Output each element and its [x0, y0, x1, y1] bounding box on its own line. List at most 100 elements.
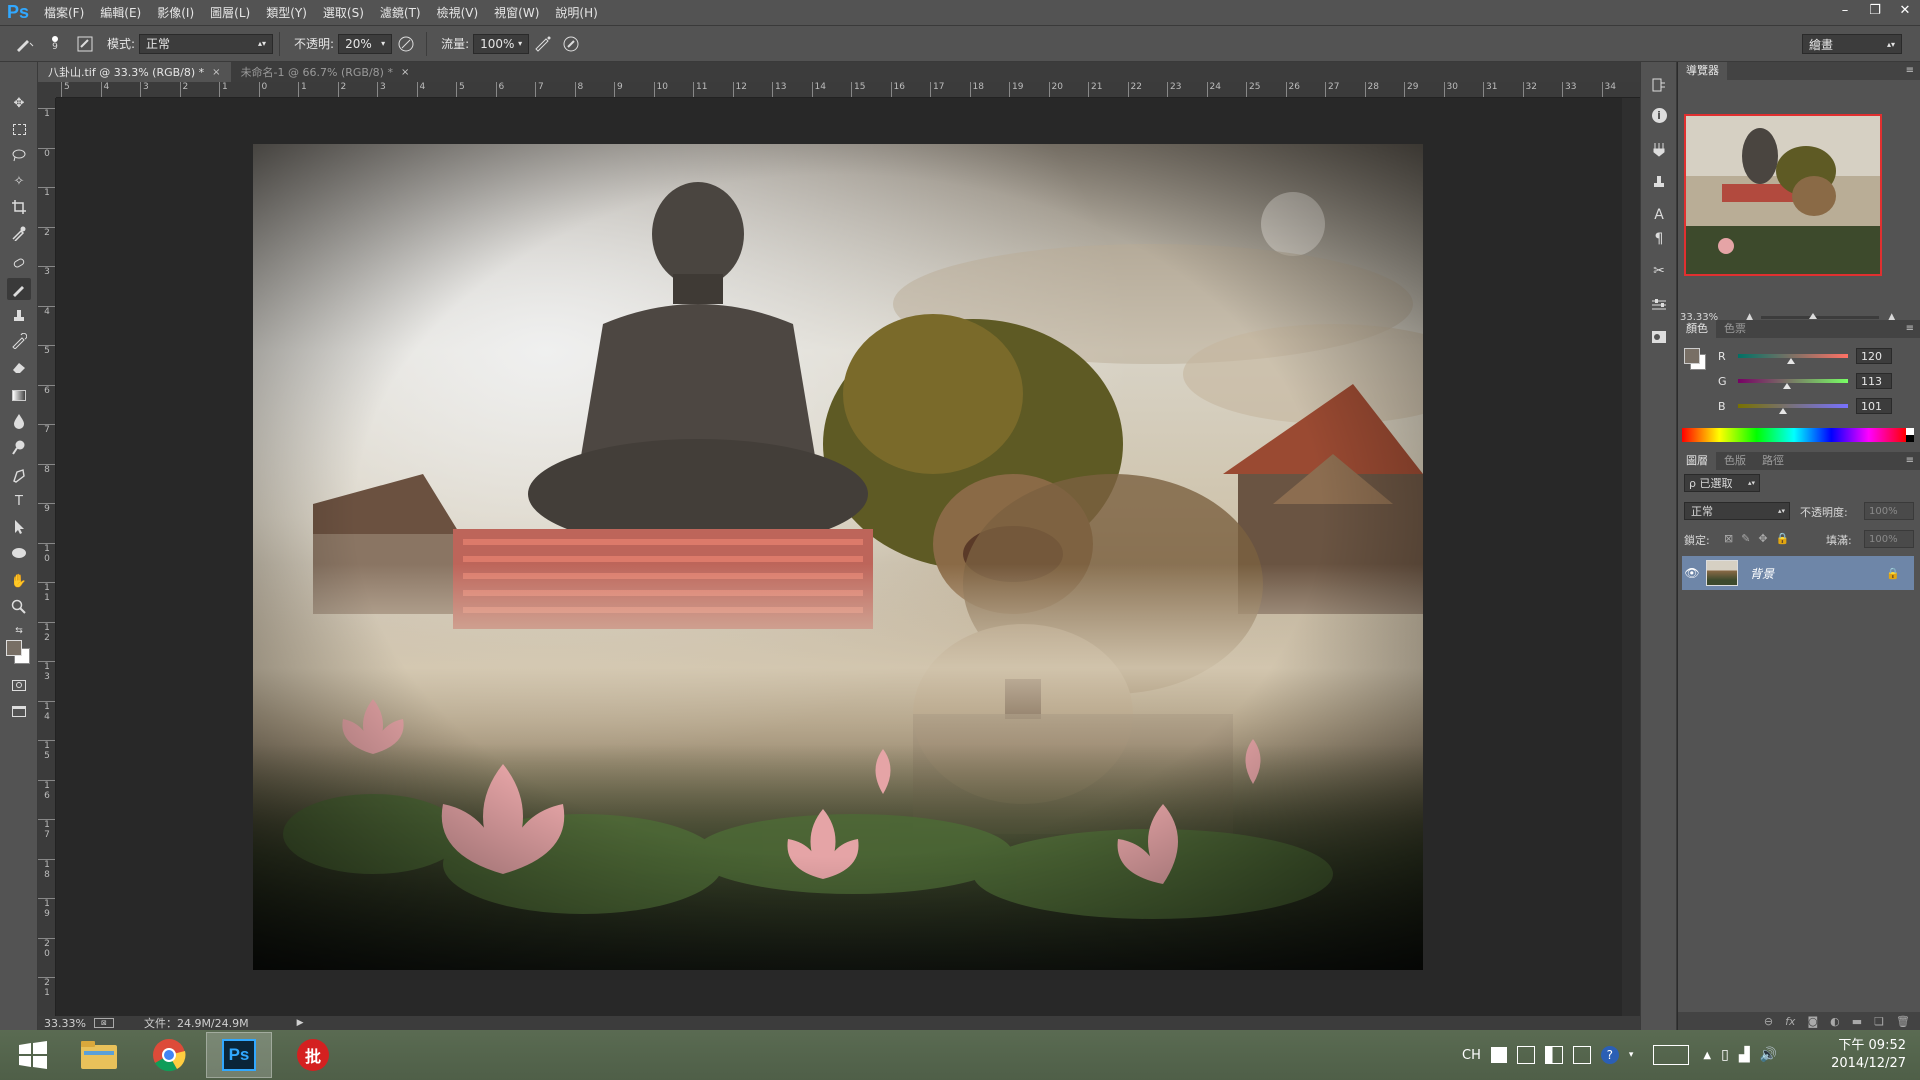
menu-help[interactable]: 說明(H) [547, 0, 605, 26]
document-image[interactable] [253, 144, 1423, 970]
brush-panel-toggle-icon[interactable] [74, 33, 96, 55]
ime-layout-icon[interactable] [1544, 1046, 1563, 1064]
doc-tab-1[interactable]: 八卦山.tif @ 33.3% (RGB/8) * × [38, 62, 231, 82]
vertical-ruler[interactable]: 101234567891 01 11 21 31 41 51 61 71 81 … [38, 98, 56, 1016]
swap-colors-icon[interactable]: ⇆ [7, 624, 31, 638]
blur-tool-icon[interactable] [7, 410, 31, 432]
file-explorer-icon[interactable] [66, 1032, 132, 1078]
path-selection-tool-icon[interactable] [7, 516, 31, 538]
new-layer-icon[interactable]: ❏ [1874, 1015, 1884, 1028]
chrome-icon[interactable] [136, 1032, 202, 1078]
canvas-scrollbar[interactable] [1622, 98, 1640, 1016]
tab-layers[interactable]: 圖層 [1678, 452, 1716, 470]
menu-filter[interactable]: 濾鏡(T) [372, 0, 429, 26]
network-icon[interactable]: ▯ [1721, 1047, 1729, 1063]
layer-fill-field[interactable]: 100% [1864, 530, 1914, 548]
clock[interactable]: 下午 09:52 2014/12/27 [1816, 1030, 1906, 1080]
green-slider[interactable] [1738, 379, 1848, 389]
tab-color[interactable]: 顏色 [1678, 320, 1716, 338]
quick-select-tool-icon[interactable]: ✧ [7, 170, 31, 192]
tab-swatches[interactable]: 色票 [1716, 320, 1754, 338]
ellipse-tool-icon[interactable] [7, 542, 31, 564]
ime-fullwidth-icon[interactable] [1516, 1046, 1535, 1064]
layer-filter-select[interactable]: ρ 已選取 ▴▾ [1684, 474, 1760, 492]
black-white-swatch[interactable] [1906, 428, 1914, 442]
fx-icon[interactable]: fx [1785, 1015, 1795, 1028]
pressure-opacity-icon[interactable] [395, 33, 417, 55]
doc-tab-2[interactable]: 未命名-1 @ 66.7% (RGB/8) * × [231, 62, 420, 82]
new-group-icon[interactable]: ▬ [1852, 1015, 1862, 1028]
minimize-button[interactable]: – [1830, 0, 1860, 20]
ime-pad-icon[interactable] [1572, 1046, 1591, 1064]
show-hidden-icons[interactable]: ▲ [1703, 1050, 1711, 1061]
close-icon[interactable]: × [401, 67, 409, 78]
character-panel-icon[interactable]: A [1648, 204, 1670, 226]
ruler-origin[interactable] [38, 82, 56, 98]
history-brush-tool-icon[interactable] [7, 330, 31, 352]
pi-app-taskbar-button[interactable]: 批 [280, 1032, 346, 1078]
workspace-select[interactable]: 繪畫 ▴▾ [1802, 34, 1902, 54]
screen-mode-icon[interactable] [7, 700, 31, 722]
layer-row-background[interactable]: 👁 背景 🔒 [1682, 556, 1914, 590]
link-layers-icon[interactable]: ⊖ [1764, 1015, 1773, 1028]
input-language-indicator[interactable]: CH [1462, 1048, 1481, 1063]
hand-tool-icon[interactable]: ✋ [7, 570, 31, 592]
clone-stamp-tool-icon[interactable] [7, 304, 31, 326]
tab-channels[interactable]: 色版 [1716, 452, 1754, 470]
flow-field[interactable]: 100% ▾ [473, 33, 530, 54]
airbrush-icon[interactable] [532, 33, 554, 55]
photoshop-taskbar-button[interactable]: Ps [206, 1032, 272, 1078]
menu-view[interactable]: 檢視(V) [429, 0, 487, 26]
lasso-tool-icon[interactable] [7, 144, 31, 166]
blue-slider[interactable] [1738, 404, 1848, 414]
foreground-color-swatch[interactable] [6, 640, 22, 656]
navigator-zoom-slider[interactable] [1761, 312, 1880, 319]
layer-name[interactable]: 背景 [1750, 565, 1774, 582]
eyedropper-tool-icon[interactable] [7, 222, 31, 244]
menu-image[interactable]: 影像(I) [149, 0, 202, 26]
zoom-readout[interactable]: 33.33% [44, 1017, 86, 1030]
layer-opacity-field[interactable]: 100% [1864, 502, 1914, 520]
brush-tool-icon[interactable] [7, 278, 31, 300]
dodge-tool-icon[interactable] [7, 436, 31, 458]
menu-file[interactable]: 檔案(F) [36, 0, 92, 26]
tool-presets-panel-icon[interactable]: ✂ [1648, 260, 1670, 282]
color-spectrum-ramp[interactable] [1682, 428, 1906, 442]
type-tool-icon[interactable]: T [7, 490, 31, 512]
brush-presets-panel-icon[interactable] [1648, 138, 1670, 160]
ime-mode-icon[interactable] [1490, 1047, 1507, 1063]
healing-brush-tool-icon[interactable] [7, 252, 31, 274]
pen-tool-icon[interactable] [7, 464, 31, 486]
adjustment-layer-icon[interactable]: ◐ [1830, 1015, 1840, 1028]
panel-menu-icon[interactable]: ≡ [1906, 452, 1914, 470]
gradient-tool-icon[interactable] [7, 384, 31, 406]
menu-window[interactable]: 視窗(W) [486, 0, 547, 26]
panel-menu-icon[interactable]: ≡ [1906, 62, 1914, 80]
eraser-tool-icon[interactable] [7, 356, 31, 378]
green-value-input[interactable]: 113 [1856, 373, 1892, 389]
menu-select[interactable]: 選取(S) [315, 0, 372, 26]
history-panel-icon[interactable] [1648, 74, 1670, 96]
zoom-tool-icon[interactable] [7, 596, 31, 618]
eye-visibility-icon[interactable]: 👁 [1682, 566, 1702, 580]
restore-button[interactable]: ❐ [1860, 0, 1890, 20]
paragraph-panel-icon[interactable]: ¶ [1648, 228, 1670, 250]
volume-icon[interactable]: 🔊 [1760, 1047, 1777, 1063]
proof-icon[interactable]: ⊠ [93, 1018, 114, 1028]
properties-panel-icon[interactable] [1648, 326, 1670, 348]
clone-source-panel-icon[interactable] [1648, 170, 1670, 192]
lock-options-icons[interactable]: ⊠✎✥🔒 [1724, 532, 1797, 545]
brush-size-picker[interactable]: 9 [42, 33, 68, 55]
signal-icon[interactable]: ▟ [1739, 1047, 1750, 1063]
pressure-size-icon[interactable] [560, 33, 582, 55]
status-menu-arrow-icon[interactable]: ▶ [297, 1018, 304, 1028]
move-tool-icon[interactable]: ✥ [7, 92, 31, 114]
info-panel-icon[interactable]: i [1648, 104, 1670, 126]
close-icon[interactable]: × [212, 67, 220, 78]
red-value-input[interactable]: 120 [1856, 348, 1892, 364]
blend-mode-select[interactable]: 正常 ▴▾ [1684, 502, 1790, 520]
delete-layer-icon[interactable]: 🗑 [1896, 1015, 1910, 1028]
adjustments-panel-icon[interactable] [1648, 294, 1670, 316]
navigator-preview[interactable] [1684, 114, 1882, 276]
menu-type[interactable]: 類型(Y) [258, 0, 315, 26]
